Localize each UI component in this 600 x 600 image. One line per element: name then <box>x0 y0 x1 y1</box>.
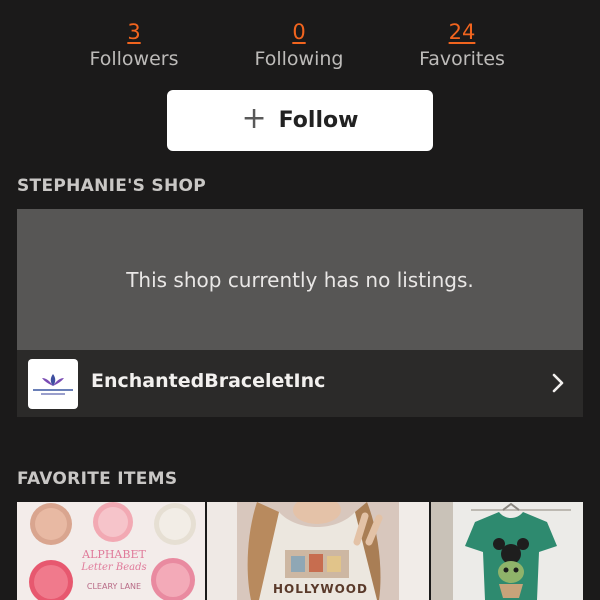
favorite-item-hollywood-tshirt[interactable]: HOLLYWOOD <box>207 502 429 600</box>
followers-label: Followers <box>89 48 179 70</box>
favorites-section-title: FAVORITE ITEMS <box>17 469 178 489</box>
chevron-right-icon[interactable] <box>551 372 565 394</box>
follow-button[interactable]: + Follow <box>167 90 433 151</box>
logo-text-line <box>33 389 73 391</box>
profile-stats: 3 Followers 0 Following 24 Favorites <box>0 18 600 78</box>
following-label: Following <box>254 48 344 70</box>
favorite-item-letter-beads[interactable]: ALPHABET Letter Beads CLEARY LANE <box>17 502 205 600</box>
plus-icon: + <box>241 101 267 136</box>
followers-stat[interactable]: 3 Followers <box>44 18 224 72</box>
hollywood-text: HOLLYWOOD <box>273 582 368 596</box>
followers-count[interactable]: 3 <box>44 18 224 46</box>
shop-logo <box>28 359 78 409</box>
favorite-items-strip: ALPHABET Letter Beads CLEARY LANE HOLLYW… <box>17 502 583 600</box>
letter-beads-brand: CLEARY LANE <box>86 582 142 591</box>
logo-subtext-line <box>41 393 65 395</box>
green-tshirt-photo <box>431 502 583 600</box>
empty-listings-message: This shop currently has no listings. <box>126 267 474 292</box>
lotus-logo-icon <box>42 374 64 386</box>
favorites-stat[interactable]: 24 Favorites <box>372 18 552 72</box>
following-count[interactable]: 0 <box>209 18 389 46</box>
favorites-count[interactable]: 24 <box>372 18 552 46</box>
letter-beads-title: ALPHABET <box>82 548 146 561</box>
following-stat[interactable]: 0 Following <box>209 18 389 72</box>
letter-beads-subtitle: Letter Beads <box>81 562 147 573</box>
shop-section-title: STEPHANIE'S SHOP <box>17 176 207 196</box>
shop-link-row[interactable]: EnchantedBraceletInc <box>17 350 583 417</box>
follow-button-label: Follow <box>278 108 359 133</box>
shop-name[interactable]: EnchantedBraceletInc <box>91 370 325 392</box>
favorites-label: Favorites <box>419 48 505 70</box>
favorite-item-green-tshirt[interactable] <box>431 502 583 600</box>
empty-listings-panel: This shop currently has no listings. <box>17 209 583 350</box>
